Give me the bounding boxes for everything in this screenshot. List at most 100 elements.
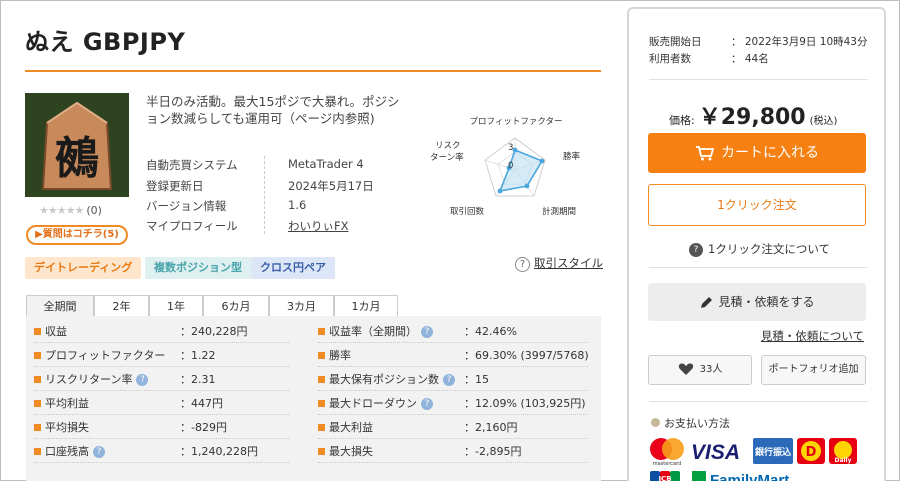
stat-value: ：-829円: [180, 421, 227, 434]
stat-value: ：1.22: [180, 349, 216, 362]
trade-style-link[interactable]: ? 取引スタイル: [515, 255, 603, 272]
stat-value: ：69.30% (3997/5768): [464, 349, 589, 362]
stat-value: ：12.09% (103,925円): [464, 397, 586, 410]
stat-divider: [34, 462, 289, 463]
price: 価格: ￥29,800 (税込): [669, 99, 837, 131]
radar-label-trades: 取引回数: [450, 206, 485, 217]
title-divider: [25, 70, 601, 72]
estimate-request-button[interactable]: 見積・依頼をする: [648, 283, 866, 321]
stat-label: リスクリターン率?: [45, 371, 149, 388]
radar-scale-3: 3: [508, 143, 513, 153]
info-label: バージョン情報: [146, 199, 227, 213]
help-icon[interactable]: ?: [421, 398, 433, 410]
sidebar-divider: [649, 79, 868, 80]
stat-label: 最大保有ポジション数?: [329, 371, 455, 388]
payment-methods-title: お支払い方法: [651, 415, 730, 431]
one-click-about-link[interactable]: ? 1クリック注文について: [689, 241, 830, 257]
estimate-about-link[interactable]: 見積・依頼について: [761, 328, 864, 344]
bullet-icon: [34, 352, 41, 359]
tab-1m[interactable]: 1カ月: [334, 295, 398, 317]
cart-label: カートに入れる: [721, 145, 819, 161]
familymart-logo: FamilyMart: [692, 471, 789, 481]
stat-value: ：-2,895円: [464, 445, 522, 458]
stat-label: 最大ドローダウン?: [329, 395, 433, 412]
release-value: ： 2022年3月9日 10時43分: [731, 36, 868, 48]
mastercard-logo: mastercard: [650, 438, 684, 467]
stat-label: 最大損失: [329, 445, 373, 458]
users-value: ： 44名: [731, 53, 769, 65]
tab-3m[interactable]: 3カ月: [269, 295, 334, 317]
stat-divider: [318, 366, 588, 367]
svg-text:JCB: JCB: [657, 475, 671, 481]
stat-divider: [318, 462, 588, 463]
users-row: 利用者数 ： 44名: [649, 51, 769, 66]
help-icon[interactable]: ?: [93, 446, 105, 458]
bullet-icon: [318, 328, 325, 335]
payment-logos: mastercard VISA 銀行振込 D Daily JCB FamilyM…: [648, 435, 868, 481]
tag-daytrade[interactable]: デイトレーディング: [25, 257, 142, 279]
sidebar-divider: [649, 267, 868, 268]
price-value: ￥29,800: [698, 105, 806, 130]
pencil-icon: [701, 296, 713, 308]
stat-divider: [34, 438, 289, 439]
tab-2y[interactable]: 2年: [94, 295, 149, 317]
bullet-icon: [34, 448, 41, 455]
stat-label: 平均損失: [45, 421, 89, 434]
info-value: 1.6: [288, 198, 307, 212]
product-image[interactable]: 鵺: [25, 93, 129, 197]
radar-label-pf: プロフィットファクター: [470, 117, 563, 127]
question-icon: ?: [689, 242, 703, 257]
bullet-icon: [318, 352, 325, 359]
heart-icon: [678, 363, 693, 375]
bullet-icon: [318, 400, 325, 407]
tag-cross-yen[interactable]: クロス円ペア: [251, 257, 335, 279]
add-portfolio-button[interactable]: ポートフォリオ追加: [761, 355, 866, 385]
stat-value: ：15: [464, 373, 489, 386]
bullet-icon: [34, 400, 41, 407]
favorite-count: 33人: [699, 364, 723, 375]
favorite-button[interactable]: 33人: [648, 355, 752, 385]
radar-label-rr: リスク: [435, 141, 461, 151]
release-label: 販売開始日: [649, 36, 702, 48]
help-icon[interactable]: ?: [421, 326, 433, 338]
stat-label: 収益: [45, 325, 67, 338]
release-date-row: 販売開始日 ： 2022年3月9日 10時43分: [649, 34, 867, 49]
tab-6m[interactable]: 6カ月: [203, 295, 269, 317]
stat-label: 勝率: [329, 349, 351, 362]
svg-text:銀行振込: 銀行振込: [755, 446, 791, 458]
help-icon[interactable]: ?: [136, 374, 149, 386]
stat-value: ：1,240,228円: [180, 445, 258, 458]
purchase-sidebar: 販売開始日 ： 2022年3月9日 10時43分 利用者数 ： 44名 価格: ￥29…: [627, 7, 886, 481]
help-icon[interactable]: ?: [443, 374, 455, 386]
star-icons: ★★★★★: [39, 204, 84, 217]
tab-1y[interactable]: 1年: [149, 295, 203, 317]
add-to-cart-button[interactable]: カートに入れる: [648, 133, 866, 173]
tab-all[interactable]: 全期間: [26, 295, 94, 317]
svg-text:D: D: [806, 445, 817, 460]
radar-label-rr2: ターン率: [430, 152, 464, 163]
stat-value: ：2,160円: [464, 421, 518, 434]
info-value: 2024年5月17日: [288, 179, 374, 193]
radar-chart: 3 0 プロフィットファクター 勝率 計測期間 取引回数 リスク ターン率: [430, 117, 581, 217]
info-label: 自動売買システム: [146, 158, 238, 172]
stat-divider: [34, 390, 289, 391]
tag-multi-position[interactable]: 複数ポジション型: [145, 257, 251, 279]
radar-label-period: 計測期間: [542, 206, 576, 217]
stat-divider: [34, 414, 289, 415]
page-title: ぬえ GBPJPY: [25, 28, 186, 56]
svg-text:FamilyMart: FamilyMart: [710, 472, 789, 481]
one-click-order-button[interactable]: 1クリック注文: [648, 184, 866, 226]
question-button[interactable]: ▶質問はコチラ(5): [26, 225, 128, 245]
stat-label: 収益率（全期間）?: [329, 323, 433, 340]
bullet-icon: [651, 418, 660, 427]
stat-divider: [318, 414, 588, 415]
profile-link[interactable]: わいりぃFX: [288, 219, 349, 233]
radar-shape: [498, 148, 544, 193]
payment-title-label: お支払い方法: [664, 417, 730, 430]
stat-value: ：42.46%: [464, 325, 517, 338]
stat-divider: [34, 366, 289, 367]
users-label: 利用者数: [649, 53, 691, 65]
info-value: MetaTrader 4: [288, 157, 364, 171]
info-label: 登録更新日: [146, 179, 204, 193]
bullet-icon: [34, 376, 41, 383]
